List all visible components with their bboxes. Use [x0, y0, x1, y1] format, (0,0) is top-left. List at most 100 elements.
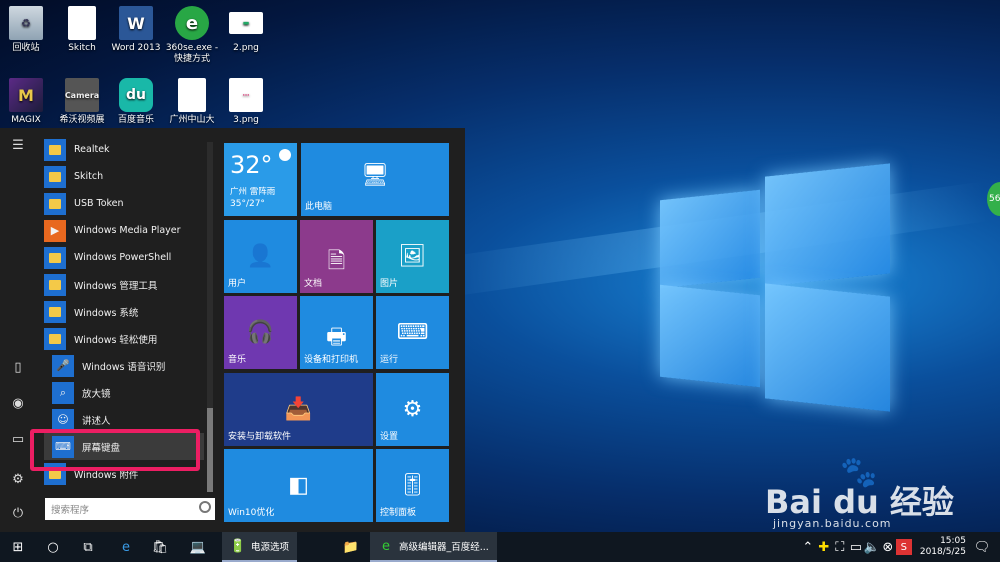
folder-icon	[44, 246, 66, 269]
tile-label: 安装与卸载软件	[228, 432, 292, 442]
tile-control-panel[interactable]: 🎚 控制面板	[376, 449, 449, 522]
volume-icon[interactable]: 🔈	[864, 539, 880, 555]
browser-360-icon: e	[175, 6, 209, 40]
weather-temp: 32°	[230, 151, 273, 179]
desktop-icon-label: 广州中山大	[169, 115, 215, 125]
desktop-icon-2png[interactable]: ▬ 2.png	[218, 6, 274, 54]
sogou-input-icon[interactable]: S	[895, 539, 912, 555]
clock[interactable]: 15:05 2018/5/25	[920, 536, 966, 558]
list-item-label: 放大镜	[82, 388, 111, 400]
tray-plus-icon[interactable]: ✚	[816, 539, 832, 555]
package-icon: 📥	[284, 397, 313, 422]
tile-run[interactable]: ⌨ 运行	[376, 296, 449, 369]
tile-music[interactable]: 🎧 音乐	[224, 296, 297, 369]
settings-gear-icon[interactable]: ⚙	[10, 472, 26, 488]
file-explorer-button[interactable]: 📁	[343, 532, 359, 562]
browser-360-icon: e	[382, 538, 390, 554]
taskbar-app-editor[interactable]: e 高级编辑器_百度经...	[370, 532, 497, 562]
weather-range: 35°/27°	[230, 199, 265, 209]
list-item-label: Skitch	[74, 171, 104, 182]
clock-date: 2018/5/25	[919, 547, 966, 557]
laptop-app-button[interactable]: 💻	[190, 532, 206, 562]
baidu-music-icon: du	[119, 78, 153, 112]
user-icon[interactable]: ◉	[10, 396, 26, 412]
floating-badge[interactable]: 56	[987, 182, 1000, 216]
desktop-icon-label: 360se.exe - 快捷方式	[165, 43, 219, 64]
hamburger-menu-icon[interactable]: ☰	[10, 138, 26, 154]
start-menu: ☰ ▯ ◉ ▭ ⚙ ⏻ Realtek Skitch USB Token ▶ Wi…	[0, 128, 465, 532]
run-icon: ⌨	[396, 320, 429, 345]
cortana-circle-icon: ○	[47, 539, 59, 555]
user-icon: 👤	[246, 244, 275, 269]
taskbar-app-power-options[interactable]: 🔋 电源选项	[222, 532, 298, 562]
list-item-usb-token[interactable]: USB Token	[44, 190, 204, 217]
chevron-up-icon[interactable]: ⌃	[800, 539, 816, 555]
desktop-icon-recycle-bin[interactable]: ♻ 回收站	[0, 6, 54, 54]
edge-button[interactable]: e	[118, 532, 134, 562]
tile-label: 文档	[304, 279, 323, 289]
list-item-media-player[interactable]: ▶ Windows Media Player	[44, 217, 204, 244]
desktop-icon-word[interactable]: W Word 2013	[108, 6, 164, 54]
tray-close-icon[interactable]: ⊗	[880, 539, 896, 555]
file-icon	[68, 6, 96, 40]
search-input[interactable]: 搜索程序	[45, 498, 215, 520]
desktop-icon-label: 百度音乐	[117, 115, 154, 125]
list-item-ease-of-access[interactable]: Windows 轻松使用	[44, 325, 204, 352]
desktop-icon-3png[interactable]: ··· 3.png	[218, 78, 274, 126]
power-icon[interactable]: ⏻	[10, 506, 26, 522]
tile-pictures[interactable]: 🖼 图片	[376, 220, 449, 293]
store-button[interactable]: 🛍	[151, 532, 169, 562]
desktop-icon-label: Word 2013	[111, 43, 161, 53]
tile-label: 设置	[380, 432, 399, 442]
desktop-icon-magix[interactable]: M MAGIX	[0, 78, 54, 126]
pictures-icon[interactable]: ▭	[10, 432, 26, 448]
list-item-skitch[interactable]: Skitch	[44, 163, 204, 190]
task-view-icon: ⧉	[83, 539, 93, 555]
list-item-magnifier[interactable]: ⌕ 放大镜	[44, 379, 204, 406]
tile-settings[interactable]: ⚙ 设置	[376, 373, 449, 446]
list-item-label: Windows Media Player	[74, 225, 181, 236]
desktop-icon-baidu-music[interactable]: du 百度音乐	[108, 78, 164, 126]
laptop-icon: 💻	[189, 539, 207, 555]
list-item-realtek[interactable]: Realtek	[44, 136, 204, 163]
folder-icon	[44, 273, 66, 296]
cortana-button[interactable]: ○	[45, 532, 61, 562]
image-file-icon: ···	[229, 78, 263, 112]
list-item-powershell[interactable]: Windows PowerShell	[44, 244, 204, 271]
baidu-watermark: 🐾 Bai du 经验 jingyan.baidu.com	[755, 455, 985, 530]
desktop-icon-skitch[interactable]: Skitch	[54, 6, 110, 54]
tile-devices-printers[interactable]: 🖶 设备和打印机	[300, 296, 373, 369]
folder-icon	[44, 327, 66, 350]
desktop-icon-label: 回收站	[12, 43, 40, 53]
list-item-label: 讲述人	[82, 415, 111, 427]
list-item-admin-tools[interactable]: Windows 管理工具	[44, 271, 204, 298]
battery-icon[interactable]: ▭	[848, 539, 864, 555]
tile-win10-optimize[interactable]: ◧ Win10优化	[224, 449, 373, 522]
desktop-icon-camera[interactable]: Camera 希沃视频展	[54, 78, 110, 126]
network-icon[interactable]: ⛶	[832, 539, 848, 555]
task-view-button[interactable]: ⧉	[80, 532, 96, 562]
tile-install-uninstall[interactable]: 📥 安装与卸载软件	[224, 373, 373, 446]
list-item-windows-system[interactable]: Windows 系统	[44, 298, 204, 325]
image-file-icon: ▬	[229, 12, 263, 34]
tile-label: 图片	[380, 279, 399, 289]
store-icon: 🛍	[151, 539, 169, 555]
tile-weather[interactable]: 32° 广州 雷阵雨 35°/27°	[224, 143, 297, 216]
file-icon	[178, 78, 206, 112]
scrollbar-thumb[interactable]	[207, 408, 213, 492]
tile-this-pc[interactable]: 🖥 此电脑	[301, 143, 449, 216]
folder-icon	[44, 300, 66, 323]
desktop-icon-360se[interactable]: e 360se.exe - 快捷方式	[164, 6, 220, 65]
edge-icon: e	[122, 539, 130, 555]
list-item-speech-recognition[interactable]: 🎤 Windows 语音识别	[44, 352, 204, 379]
microphone-icon: 🎤	[52, 354, 74, 377]
notification-icon[interactable]: 🗨	[974, 539, 991, 555]
start-button[interactable]: ⊞	[10, 532, 26, 562]
folder-icon	[44, 192, 66, 215]
tile-label: 控制面板	[380, 508, 417, 518]
tablet-icon[interactable]: ▯	[10, 360, 26, 376]
desktop-icon-label: 希沃视频展	[59, 115, 105, 125]
tile-users[interactable]: 👤 用户	[224, 220, 297, 293]
tile-documents[interactable]: 🗎 文档	[300, 220, 373, 293]
desktop-icon-doc[interactable]: 广州中山大	[164, 78, 220, 126]
